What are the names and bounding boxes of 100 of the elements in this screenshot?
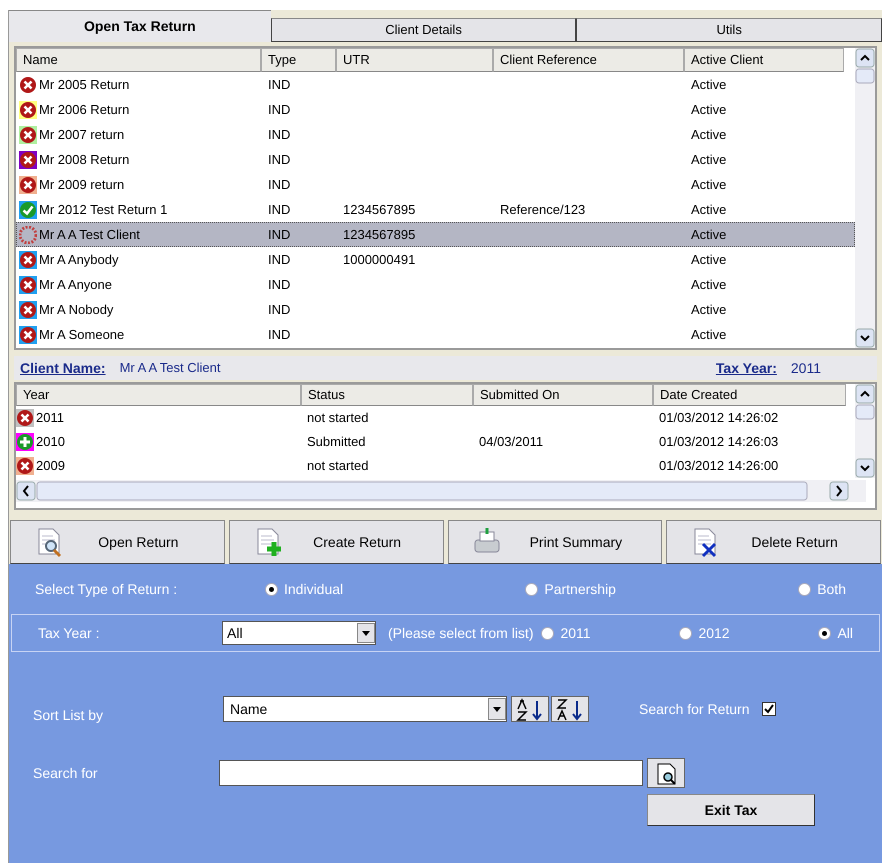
sort-dropdown[interactable]: Name [223,696,507,722]
search-icon[interactable] [647,758,685,788]
sort-descending-icon[interactable] [551,696,589,722]
sort-label: Sort List by [33,706,104,725]
table-cell-text: Mr 2008 Return [39,150,130,169]
table-cell: Active [691,202,726,217]
table-cell: Active [691,226,726,242]
table-cell: 01/03/2012 14:26:03 [659,434,778,450]
client-row[interactable]: Mr A Nobody IND Active [16,297,855,322]
table-cell-text: 2011 [36,409,64,428]
caret-icon [362,630,370,636]
table-cell-text: Mr A Anyone [39,276,112,294]
table-cell-text: Mr A Anybody [39,250,118,269]
search-return-checkbox[interactable] [762,702,776,716]
column-header[interactable]: Submitted On [473,384,653,406]
client-row[interactable]: Mr A Anyone IND Active [16,272,855,297]
client-name: Mr A A Test Client [120,359,220,378]
client-row[interactable]: Mr 2005 Return IND Active [16,72,855,97]
client-row[interactable]: Mr A Someone IND Active [16,322,855,347]
tax-year-dropdown[interactable]: All [222,621,376,645]
tax-year-hint: (Please select from list) [388,624,534,643]
table-cell: not started [307,410,368,426]
table-cell-text: Mr 2009 return [39,176,124,194]
table-cell: not started [307,458,368,474]
table-cell: Active [691,76,726,92]
table-cell: Submitted [307,434,366,450]
client-row[interactable]: Mr 2006 Return IND Active [16,97,855,122]
scrollbar[interactable] [855,384,875,478]
return-type-label: Select Type of Return : [35,580,178,599]
column-header[interactable]: Name [16,48,261,72]
table-cell: 1000000491 [343,252,416,267]
column-header[interactable]: Active Client [684,48,844,72]
client-row[interactable]: Mr A A Test Client IND 1234567895 Active [16,222,855,247]
table-cell: IND [268,302,290,317]
search-field[interactable] [219,760,643,786]
table-cell: IND [268,252,290,267]
table-cell: Active [691,302,726,317]
action-button[interactable]: Create Return [228,520,444,564]
table-cell: Active [691,102,726,117]
table-cell-text: Mr 2007 return [39,126,124,144]
horizontal-scrollbar[interactable] [16,480,866,502]
column-header[interactable]: Type [261,48,336,72]
year-row[interactable]: 2009 not started 01/03/2012 14:26:00 [16,454,855,478]
table-cell-text: Mr A Someone [39,326,124,344]
table-cell: IND [268,152,290,167]
table-cell: Active [691,252,726,267]
column-header[interactable]: UTR [336,48,493,72]
year-row[interactable]: 2011 not started 01/03/2012 14:26:02 [16,406,855,430]
table-cell: Active [691,326,726,342]
table-cell: 01/03/2012 14:26:02 [659,410,778,426]
table-cell-text: Mr 2005 Return [39,76,130,94]
table-cell: IND [268,202,290,217]
table-cell-text: 2010 [36,433,65,452]
client-row[interactable]: Mr 2009 return IND Active [16,172,855,197]
tab[interactable]: Open Tax Return [9,10,271,42]
table-cell: IND [268,176,290,192]
table-cell: Active [691,276,726,292]
tax-year: 2011 [790,358,821,378]
sort-ascending-icon[interactable] [511,696,549,722]
column-header[interactable]: Year [16,384,301,406]
table-cell: IND [268,326,290,342]
table-cell-text: Mr A A Test Client [39,226,140,244]
check-icon [764,704,774,714]
table-cell-text: Mr 2006 Return [39,100,130,119]
table-cell: 1234567895 [343,226,416,242]
action-button[interactable]: Print Summary [448,520,662,564]
table-cell-text: 2009 [36,457,65,476]
column-header[interactable]: Status [301,384,473,406]
table-cell: Active [691,152,726,167]
search-label: Search for [33,764,99,782]
table-cell: IND [268,102,290,117]
tab[interactable]: Client Details [270,18,576,42]
column-header[interactable]: Date Created [653,384,846,406]
tax-year-label: Tax Year: [716,358,777,378]
action-button[interactable]: Delete Return [666,520,881,564]
table-cell: IND [268,276,290,292]
table-cell: Active [691,176,726,192]
table-cell: IND [268,76,290,92]
tax-year-label: Tax Year : [38,624,100,642]
table-cell: 01/03/2012 14:26:00 [659,458,778,474]
client-row[interactable]: Mr 2007 return IND Active [16,122,855,147]
table-cell: IND [268,226,290,242]
scrollbar[interactable] [855,48,875,348]
search-return-label: Search for Return [639,700,750,718]
table-cell-text: Mr 2012 Test Return 1 [39,200,168,219]
exit-button[interactable]: Exit Tax [647,794,815,826]
table-cell: IND [268,126,290,142]
year-row[interactable]: 2010 Submitted 04/03/2011 01/03/2012 14:26:03 [16,430,855,454]
tab[interactable]: Utils [576,18,882,42]
caret-icon [493,706,501,712]
client-row[interactable]: Mr 2012 Test Return 1 IND 1234567895 Reference/123 Active [16,197,855,222]
table-cell: Active [691,126,726,142]
action-button[interactable]: Open Return [10,520,225,564]
client-row[interactable]: Mr 2008 Return IND Active [16,147,855,172]
table-cell: Reference/123 [500,202,586,217]
table-cell: 1234567895 [343,202,416,217]
column-header[interactable]: Client Reference [493,48,684,72]
table-cell-text: Mr A Nobody [39,300,114,319]
client-row[interactable]: Mr A Anybody IND 1000000491 Active [16,247,855,272]
client-name-label: Client Name: [20,358,106,378]
